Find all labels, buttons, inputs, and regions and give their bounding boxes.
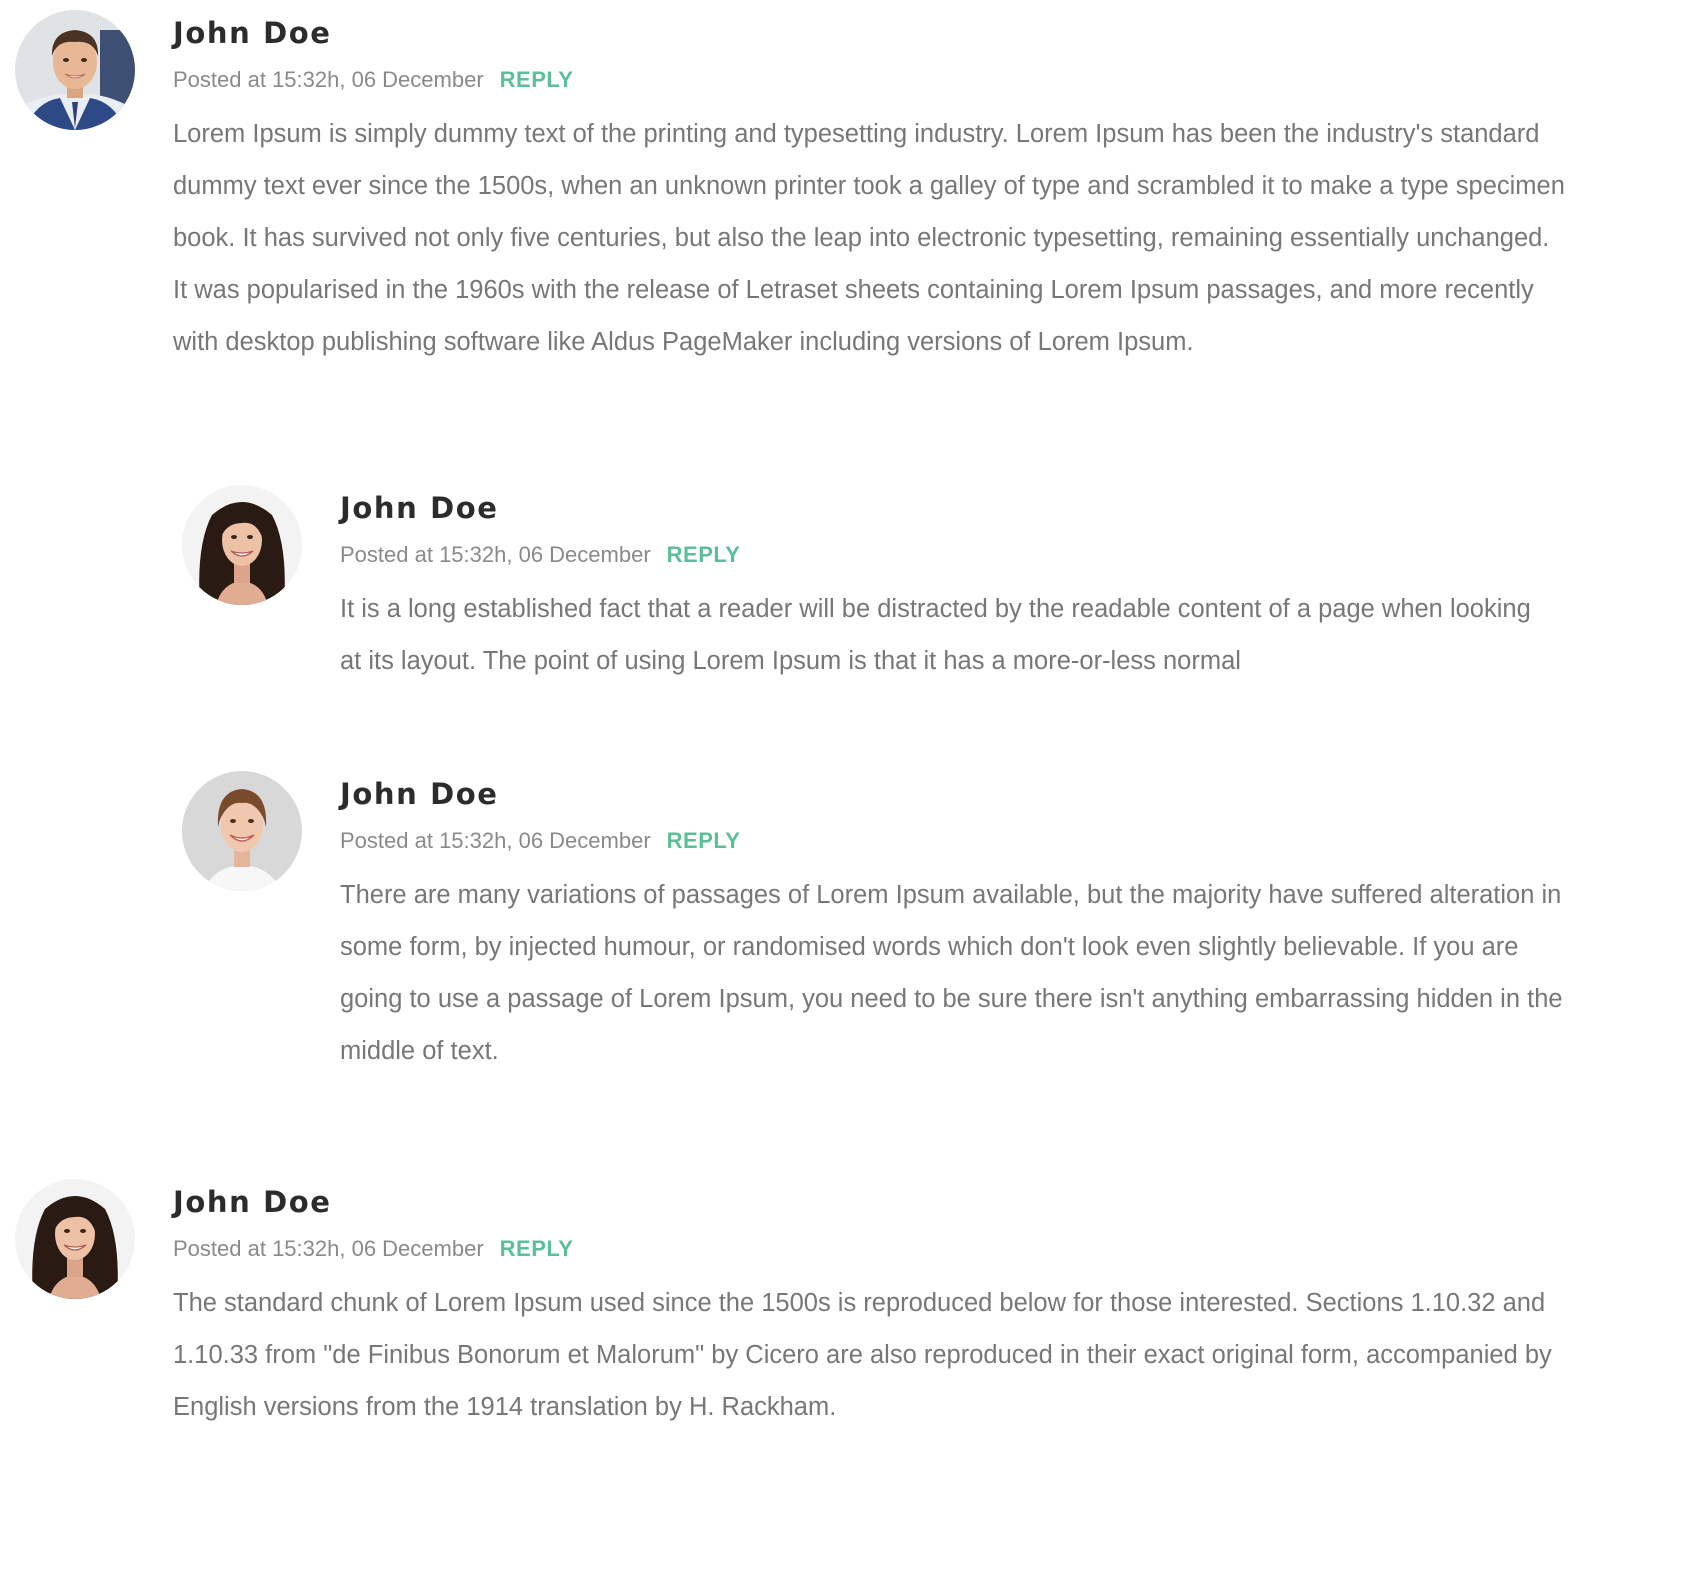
comment-author: John Doe xyxy=(340,777,499,811)
comment-timestamp: Posted at 15:32h, 06 December xyxy=(173,67,484,92)
reply-button[interactable]: REPLY xyxy=(500,1236,574,1262)
comment-body: The standard chunk of Lorem Ipsum used s… xyxy=(173,1289,1552,1421)
comment-author: John Doe xyxy=(340,491,499,525)
avatar-woman-dark-hair-photo-icon xyxy=(182,485,302,605)
avatar-man-photo-icon xyxy=(15,10,135,130)
comment-body: Lorem Ipsum is simply dummy text of the … xyxy=(173,120,1565,356)
reply-button[interactable]: REPLY xyxy=(667,828,741,854)
comment-timestamp: Posted at 15:32h, 06 December xyxy=(340,828,651,853)
comment-body: It is a long established fact that a rea… xyxy=(340,595,1531,675)
comment-meta: Posted at 15:32h, 06 December REPLY xyxy=(340,542,740,568)
avatar-woman-light-hair-photo-icon xyxy=(182,771,302,891)
comment-author: John Doe xyxy=(173,1185,332,1219)
comment-author: John Doe xyxy=(173,16,332,50)
comment-meta: Posted at 15:32h, 06 December REPLY xyxy=(340,828,740,854)
comment-meta: Posted at 15:32h, 06 December REPLY xyxy=(173,67,573,93)
avatar[interactable] xyxy=(15,1179,135,1299)
comment-timestamp: Posted at 15:32h, 06 December xyxy=(340,542,651,567)
reply-button[interactable]: REPLY xyxy=(500,67,574,93)
avatar[interactable] xyxy=(182,485,302,605)
reply-button[interactable]: REPLY xyxy=(667,542,741,568)
avatar[interactable] xyxy=(15,10,135,130)
comment-meta: Posted at 15:32h, 06 December REPLY xyxy=(173,1236,573,1262)
avatar-woman-dark-hair-photo-icon xyxy=(15,1179,135,1299)
comment-body: There are many variations of passages of… xyxy=(340,881,1563,1065)
avatar[interactable] xyxy=(182,771,302,891)
comment-timestamp: Posted at 15:32h, 06 December xyxy=(173,1236,484,1261)
